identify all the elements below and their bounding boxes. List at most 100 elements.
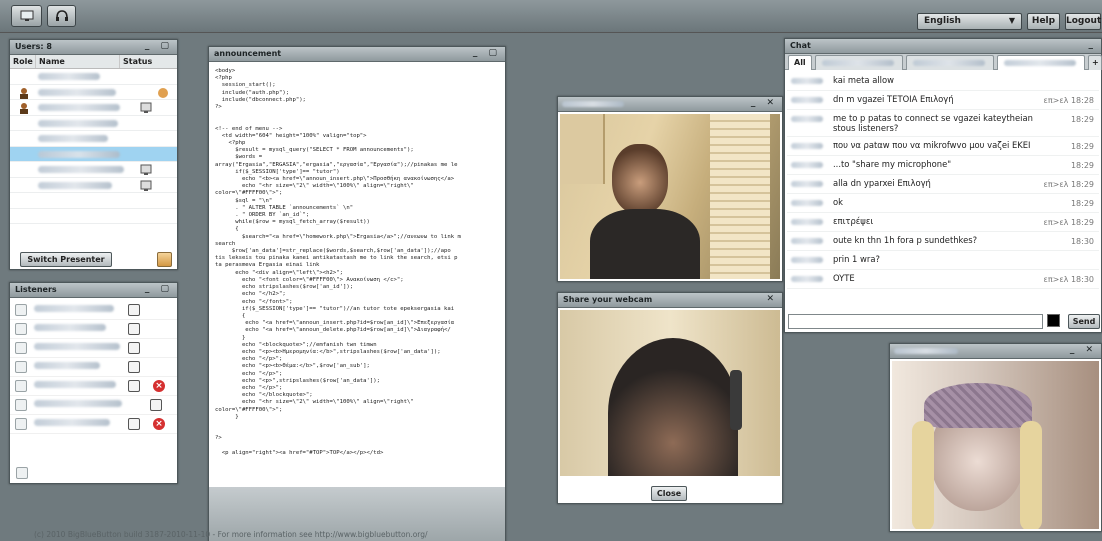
table-row[interactable] xyxy=(10,116,177,131)
window-controls[interactable]: _ ▢ xyxy=(145,41,173,51)
chat-message: oute kn thn 1h fora p sundethkes? 18:30 xyxy=(787,232,1099,251)
col-name[interactable]: Name xyxy=(36,55,120,68)
chat-message: OYTE επ>ελ 18:30 xyxy=(787,270,1099,289)
unlock-icon[interactable] xyxy=(128,418,140,430)
lock-icon[interactable] xyxy=(128,323,140,335)
unlock-icon[interactable] xyxy=(128,342,140,354)
tab-add[interactable]: + xyxy=(1088,55,1102,70)
footer-text: (c) 2010 BigBlueButton build 3187-2010-1… xyxy=(34,530,428,539)
tab-private-1[interactable] xyxy=(815,55,903,70)
unlock-icon[interactable] xyxy=(128,361,140,373)
chat-message: kai meta allow xyxy=(787,72,1099,91)
window-controls[interactable]: _ ✕ xyxy=(1070,345,1097,355)
table-row[interactable] xyxy=(10,178,177,193)
users-table-header: Role Name Status xyxy=(10,55,177,69)
announcement-window-title: announcement _ ▢ xyxy=(209,47,505,62)
top-toolbar: English ▼ Help Logout xyxy=(0,0,1102,33)
headset-icon xyxy=(55,10,68,21)
users-title: Users: 8 xyxy=(15,42,52,51)
send-button[interactable]: Send xyxy=(1068,314,1100,329)
speaker-icon[interactable] xyxy=(15,380,27,392)
language-select[interactable]: English ▼ xyxy=(917,13,1022,30)
table-row[interactable] xyxy=(10,85,177,100)
table-row[interactable] xyxy=(10,100,177,116)
speaker-icon[interactable] xyxy=(15,304,27,316)
moderator-icon xyxy=(20,103,28,114)
kick-user-icon[interactable]: × xyxy=(153,418,165,430)
logout-button[interactable]: Logout xyxy=(1065,13,1101,30)
list-item[interactable]: × xyxy=(10,377,177,396)
table-row[interactable] xyxy=(10,131,177,147)
listeners-window: Listeners _ ▢ × × xyxy=(9,282,178,484)
chat-tabs: All + xyxy=(785,54,1102,70)
close-button[interactable]: Close xyxy=(651,486,687,501)
minimize-icon[interactable]: _ xyxy=(1089,40,1098,50)
chat-message: που να ρatαw που vα mikrofwvo μου vaζei … xyxy=(787,137,1099,156)
speaker-icon[interactable] xyxy=(15,418,27,430)
window-controls[interactable]: _ ✕ xyxy=(751,98,778,108)
share-webcam-window-title: Share your webcam ✕ xyxy=(558,293,782,308)
col-status[interactable]: Status xyxy=(120,55,177,68)
list-item[interactable] xyxy=(10,358,177,377)
lock-icon[interactable] xyxy=(128,304,140,316)
raise-hand-icon[interactable] xyxy=(157,252,172,267)
table-row-selected[interactable] xyxy=(10,146,177,162)
close-icon[interactable]: ✕ xyxy=(766,294,778,304)
chat-window: Chat _ All + kai meta allow dn m vgazei … xyxy=(784,38,1102,333)
list-item[interactable] xyxy=(10,396,177,415)
headset-button[interactable] xyxy=(47,5,76,27)
tab-all[interactable]: All xyxy=(788,55,812,70)
chat-input[interactable] xyxy=(788,314,1043,329)
language-value: English xyxy=(924,16,961,26)
table-row[interactable] xyxy=(10,162,177,178)
chat-message: alla dn yparxei Επιλογή επ>ελ 18:29 xyxy=(787,175,1099,194)
announcement-code: <body> <?php session_start(); include("a… xyxy=(215,68,461,456)
moderator-icon xyxy=(20,87,28,99)
table-row[interactable] xyxy=(10,69,177,85)
tab-private-2[interactable] xyxy=(906,55,994,70)
table-row[interactable] xyxy=(10,193,177,209)
webcam-video xyxy=(892,361,1099,529)
listeners-window-title: Listeners _ ▢ xyxy=(10,283,177,298)
webcam-window-2: _ ✕ xyxy=(889,343,1102,532)
chat-message: dn m vgazei TETOIA Επιλογή επ>ελ 18:28 xyxy=(787,91,1099,110)
webcam-icon xyxy=(140,180,152,191)
unlock-icon[interactable] xyxy=(128,380,140,392)
text-color-picker[interactable] xyxy=(1047,314,1060,327)
chat-title: Chat xyxy=(790,41,811,50)
announcement-title: announcement xyxy=(214,49,282,58)
desktop-share-button[interactable] xyxy=(11,5,42,27)
webcam-window: _ ✕ xyxy=(557,96,783,282)
speaker-icon[interactable] xyxy=(15,342,27,354)
unlock-icon[interactable] xyxy=(150,399,162,411)
speaker-icon[interactable] xyxy=(15,323,27,335)
presenter-icon xyxy=(140,102,152,113)
speaker-icon[interactable] xyxy=(15,361,27,373)
webcam-video xyxy=(560,114,780,279)
chat-window-title: Chat _ xyxy=(785,39,1101,54)
speaker-icon[interactable] xyxy=(15,399,27,411)
chat-message: me to p patas to connect se vgazei katey… xyxy=(787,110,1099,137)
share-webcam-title: Share your webcam xyxy=(563,295,653,304)
raise-hand-icon xyxy=(158,87,168,98)
mute-all-icon[interactable] xyxy=(16,467,28,479)
listeners-title: Listeners xyxy=(15,285,57,294)
help-button[interactable]: Help xyxy=(1027,13,1060,30)
chat-message: ...to "share my microphone" 18:29 xyxy=(787,156,1099,175)
users-window: Users: 8 _ ▢ Role Name Status Switch Pre… xyxy=(9,39,178,270)
share-webcam-window: Share your webcam ✕ Close xyxy=(557,292,783,504)
webcam-window-title: _ ✕ xyxy=(890,344,1101,359)
chat-message: επιτρέψει επ>ελ 18:29 xyxy=(787,213,1099,232)
window-controls[interactable]: _ ▢ xyxy=(473,48,501,58)
tab-private-3[interactable] xyxy=(997,55,1085,70)
list-item[interactable]: × xyxy=(10,415,177,434)
col-role[interactable]: Role xyxy=(10,55,36,68)
list-item[interactable] xyxy=(10,339,177,358)
window-controls[interactable]: _ ▢ xyxy=(145,284,173,294)
kick-user-icon[interactable]: × xyxy=(153,380,165,392)
list-item[interactable] xyxy=(10,301,177,320)
chat-message: prin 1 wra? xyxy=(787,251,1099,270)
list-item[interactable] xyxy=(10,320,177,339)
switch-presenter-button[interactable]: Switch Presenter xyxy=(20,252,112,267)
table-row[interactable] xyxy=(10,209,177,224)
